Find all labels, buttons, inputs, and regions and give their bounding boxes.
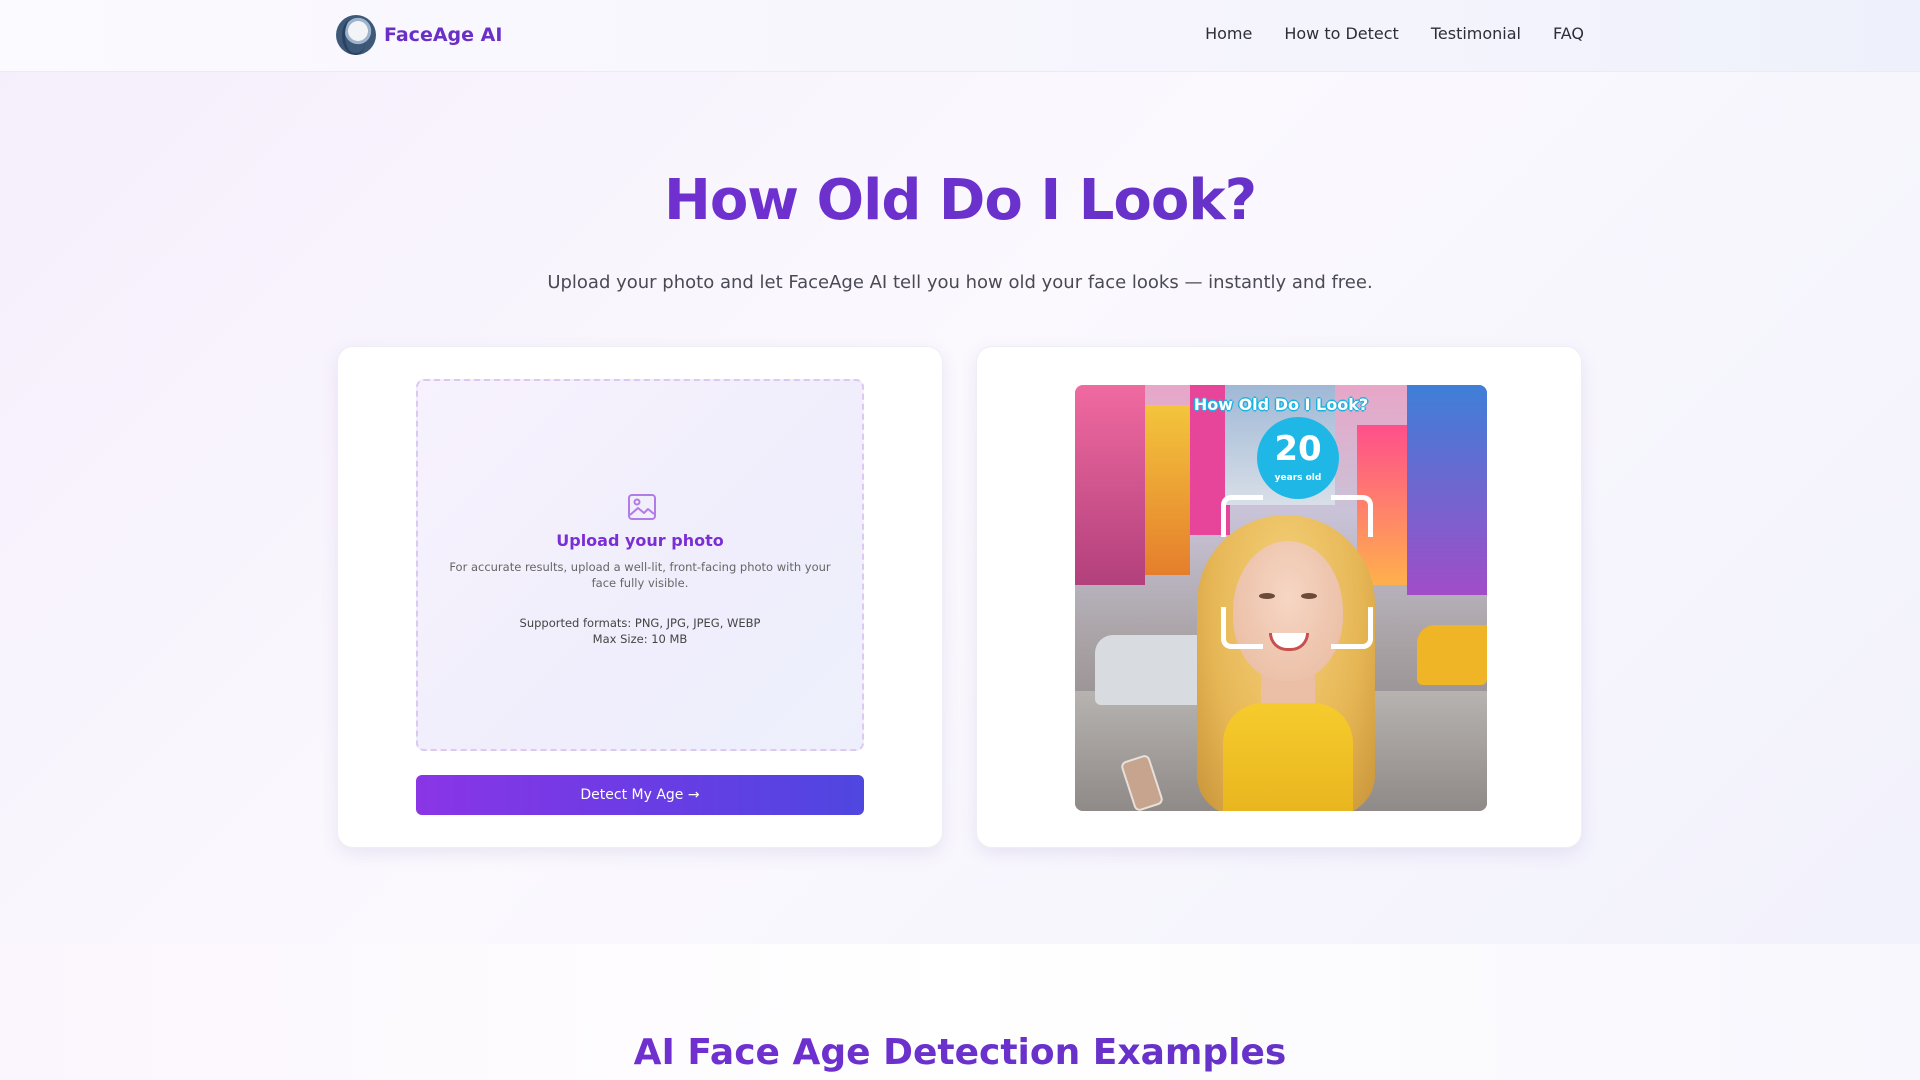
billboard-decoration (1075, 385, 1145, 585)
examples-section-title: AI Face Age Detection Examples (0, 1032, 1920, 1073)
age-unit: years old (1274, 473, 1322, 483)
page-subtitle: Upload your photo and let FaceAge AI tel… (547, 272, 1373, 293)
nav-links: Home How to Detect Testimonial FAQ (1205, 24, 1584, 43)
upload-requirements: Supported formats: PNG, JPG, JPEG, WEBP … (418, 615, 862, 647)
eye (1301, 593, 1317, 599)
scan-corner (1221, 495, 1263, 537)
scan-corner (1331, 607, 1373, 649)
age-value: 20 (1274, 429, 1322, 469)
scan-corner (1331, 495, 1373, 537)
nav-link-faq[interactable]: FAQ (1553, 24, 1584, 43)
upload-hint: For accurate results, upload a well-lit,… (449, 560, 831, 590)
eye (1259, 593, 1275, 599)
max-size: Max Size: 10 MB (592, 632, 688, 646)
nav-link-testimonial[interactable]: Testimonial (1431, 24, 1521, 43)
age-badge: 20 years old (1257, 417, 1339, 499)
brand-link[interactable]: FaceAge AI (336, 15, 502, 55)
example-card: How Old Do I Look? 20 years old (976, 346, 1582, 848)
upload-card: Upload your photo For accurate results, … (337, 346, 943, 848)
taxi-decoration (1417, 625, 1487, 685)
top-navbar: FaceAge AI Home How to Detect Testimonia… (0, 0, 1920, 72)
logo-icon (336, 15, 376, 55)
billboard-decoration (1407, 385, 1487, 595)
nav-link-home[interactable]: Home (1205, 24, 1252, 43)
image-upload-icon (628, 494, 656, 520)
detect-age-button[interactable]: Detect My Age → (416, 775, 864, 815)
example-overlay-title: How Old Do I Look? (1193, 395, 1369, 414)
scan-corner (1221, 607, 1263, 649)
smile (1269, 633, 1309, 651)
nav-link-how-to-detect[interactable]: How to Detect (1284, 24, 1399, 43)
person-top (1223, 703, 1353, 811)
page-title: How Old Do I Look? (0, 168, 1920, 233)
upload-title: Upload your photo (556, 531, 724, 550)
photo-dropzone[interactable]: Upload your photo For accurate results, … (416, 379, 864, 751)
billboard-decoration (1145, 405, 1190, 575)
supported-formats: Supported formats: PNG, JPG, JPEG, WEBP (519, 616, 761, 630)
brand-name: FaceAge AI (384, 24, 503, 46)
examples-section: AI Face Age Detection Examples (0, 944, 1920, 1080)
example-photo: How Old Do I Look? 20 years old (1075, 385, 1487, 811)
